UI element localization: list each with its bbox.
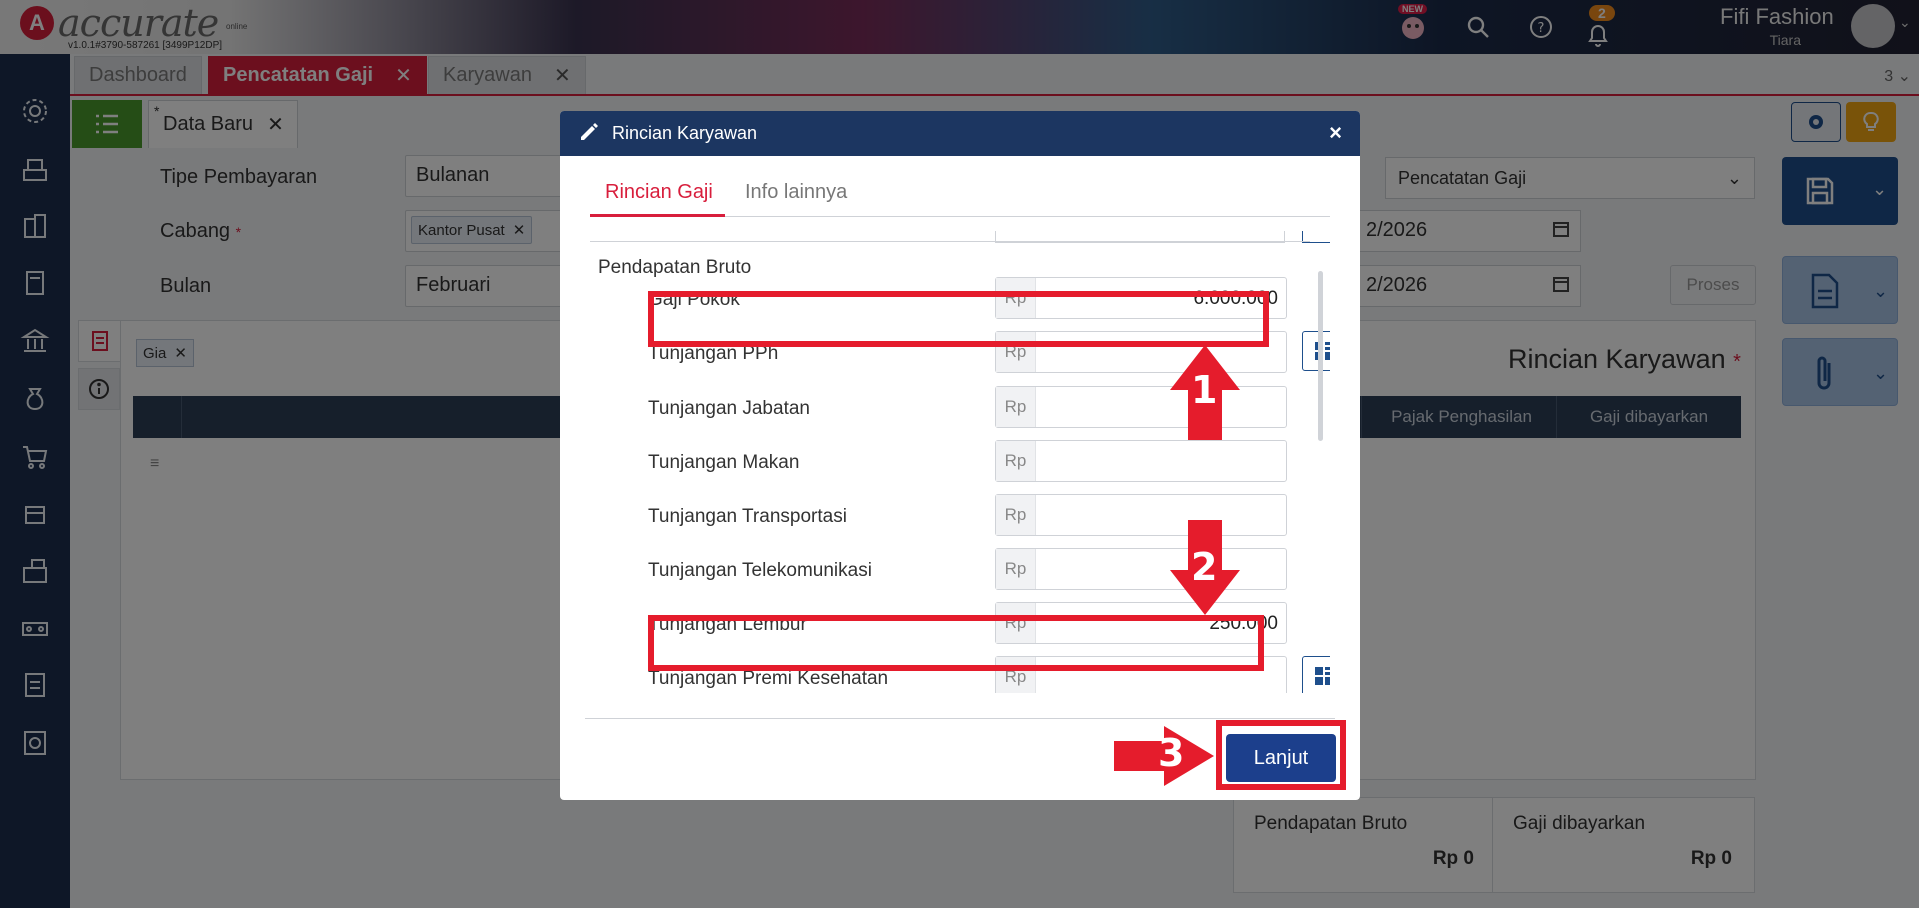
currency-prefix: Rp — [996, 441, 1036, 481]
rincian-karyawan-modal: Rincian Karyawan × Rincian Gaji Info lai… — [560, 111, 1360, 800]
currency-prefix: Rp — [996, 495, 1036, 535]
tab-info-lainnya[interactable]: Info lainnya — [745, 181, 847, 204]
pencil-icon — [578, 121, 600, 148]
tunjangan-telekomunikasi-input[interactable]: Rp — [995, 548, 1287, 590]
modal-title: Rincian Karyawan — [612, 123, 758, 143]
tunjangan-jabatan-input[interactable]: Rp — [995, 386, 1287, 428]
tunjangan-makan-input[interactable]: Rp — [995, 440, 1287, 482]
tunjangan-jabatan-label: Tunjangan Jabatan — [648, 398, 810, 419]
currency-prefix: Rp — [996, 549, 1036, 589]
tunjangan-telekomunikasi-label: Tunjangan Telekomunikasi — [648, 560, 872, 581]
calculator-button[interactable] — [1302, 331, 1330, 371]
calculator-button[interactable] — [1302, 656, 1330, 693]
active-tab-indicator — [590, 214, 725, 217]
tunjangan-makan-label: Tunjangan Makan — [648, 452, 800, 473]
highlight-gaji-pokok — [648, 291, 1269, 347]
section-pendapatan-bruto: Pendapatan Bruto — [598, 257, 752, 278]
modal-header: Rincian Karyawan × — [560, 111, 1360, 156]
step-2-label: 2 — [1191, 545, 1218, 589]
tunjangan-transportasi-input[interactable]: Rp — [995, 494, 1287, 536]
tab-rincian-gaji[interactable]: Rincian Gaji — [605, 181, 713, 204]
footer-divider — [585, 718, 1335, 719]
scrollbar[interactable] — [1318, 271, 1323, 441]
highlight-lanjut — [1216, 720, 1346, 790]
divider — [590, 241, 1310, 242]
step-1-label: 1 — [1191, 368, 1218, 412]
tunjangan-transportasi-label: Tunjangan Transportasi — [648, 506, 847, 527]
close-icon[interactable]: × — [1329, 120, 1342, 146]
calculator-icon — [1315, 667, 1330, 685]
highlight-tunjangan-lembur — [648, 615, 1264, 671]
step-3-label: 3 — [1158, 731, 1185, 775]
currency-prefix: Rp — [996, 387, 1036, 427]
tunjangan-premi-kesehatan-label: Tunjangan Premi Kesehatan — [648, 668, 889, 689]
